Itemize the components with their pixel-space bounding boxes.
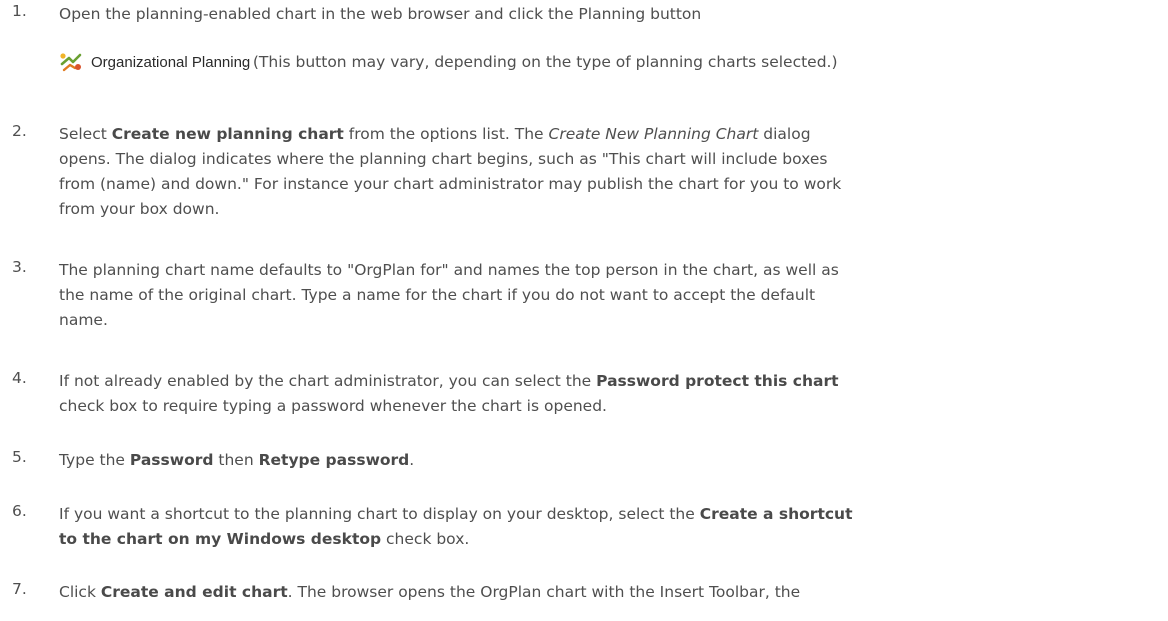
step-text: Select Create new planning chart from th…	[59, 122, 1160, 222]
bold-term: to the chart on my Windows desktop	[59, 530, 382, 548]
step-7-line-1: Click Create and edit chart. The browser…	[59, 580, 1160, 605]
step-text: The planning chart name defaults to "Org…	[59, 258, 1160, 333]
text-segment: from the options list. The	[343, 125, 549, 143]
organizational-planning-label: Organizational Planning	[91, 53, 251, 71]
step-text: If not already enabled by the chart admi…	[59, 369, 1160, 419]
step-text: Type the Password then Retype password.	[59, 448, 1160, 473]
step-5-line-1: Type the Password then Retype password.	[59, 448, 1160, 473]
step-number: 2.	[12, 122, 27, 140]
step-text: Open the planning-enabled chart in the w…	[59, 2, 1160, 27]
bold-term: Create new planning chart	[111, 125, 344, 143]
text-segment: .	[409, 451, 415, 469]
bold-term: Create a shortcut	[699, 505, 853, 523]
step-number: 7.	[12, 580, 27, 598]
text-segment: then	[213, 451, 259, 469]
step-2-line-1: Select Create new planning chart from th…	[59, 122, 1160, 147]
step-number: 3.	[12, 258, 27, 276]
step-3-line-3: name.	[59, 311, 108, 329]
step-1-line-2: . (This button may vary, depending on th…	[243, 53, 838, 71]
step-1-line-1: Open the planning-enabled chart in the w…	[59, 5, 702, 23]
bold-term: Password	[129, 451, 214, 469]
text-segment: If you want a shortcut to the planning c…	[59, 505, 700, 523]
step-2-line-4: from your box down.	[59, 200, 220, 218]
dialog-name: Create New Planning Chart	[548, 125, 759, 143]
step-text: If you want a shortcut to the planning c…	[59, 502, 1160, 552]
step-6-line-2: to the chart on my Windows desktop check…	[59, 527, 1160, 552]
text-segment: Select	[59, 125, 112, 143]
bold-term: Create and edit chart	[100, 583, 288, 601]
help-page: 1. Open the planning-enabled chart in th…	[0, 0, 1168, 621]
step-2-line-2: opens. The dialog indicates where the pl…	[59, 150, 828, 168]
step-number: 6.	[12, 502, 27, 520]
step-text: Click Create and edit chart. The browser…	[59, 580, 1160, 605]
step-6-line-1: If you want a shortcut to the planning c…	[59, 502, 1160, 527]
text-segment: . The browser opens the OrgPlan chart wi…	[287, 583, 801, 601]
step-2-line-3: from (name) and down." For instance your…	[59, 175, 842, 193]
text-segment: Click	[59, 583, 101, 601]
organizational-planning-icon	[60, 53, 82, 72]
bold-term: Retype password	[258, 451, 410, 469]
step-number: 1.	[12, 2, 27, 20]
text-segment: check box.	[381, 530, 470, 548]
text-segment: Type the	[59, 451, 130, 469]
step-number: 4.	[12, 369, 27, 387]
text-segment: If not already enabled by the chart admi…	[59, 372, 597, 390]
text-segment: dialog	[758, 125, 811, 143]
step-4-line-2: check box to require typing a password w…	[59, 397, 607, 415]
step-3-line-2: the name of the original chart. Type a n…	[59, 286, 816, 304]
bold-term: Password protect this chart	[596, 372, 839, 390]
step-4-line-1: If not already enabled by the chart admi…	[59, 369, 1160, 394]
step-number: 5.	[12, 448, 27, 466]
organizational-planning-button[interactable]: Organizational Planning	[59, 48, 250, 76]
step-3-line-1: The planning chart name defaults to "Org…	[59, 261, 839, 279]
